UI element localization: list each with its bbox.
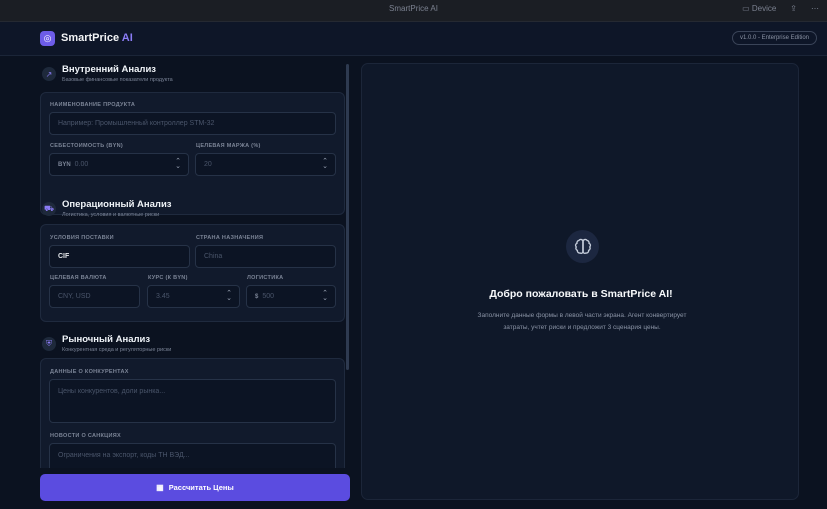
stepper-icon[interactable]: ⌃ ⌄ (322, 158, 328, 170)
more-icon[interactable]: ⋯ (811, 4, 819, 13)
form-panel[interactable]: ↗ Внутренний Анализ Базовые финансовые п… (40, 62, 345, 468)
section-title: Рыночный Анализ (62, 334, 151, 345)
country-label: СТРАНА НАЗНАЧЕНИЯ (196, 235, 264, 241)
truck-icon: ⛟ (42, 202, 56, 216)
form-scrollbar[interactable] (346, 64, 349, 370)
rate-input[interactable]: 3.45 ⌃ ⌄ (147, 285, 240, 308)
rate-label: КУРС (К BYN) (148, 275, 188, 281)
results-panel: Добро пожаловать в SmartPrice AI! Заполн… (361, 63, 799, 500)
version-badge: v1.0.0 - Enterprise Edition (731, 31, 817, 45)
section-subtitle: Логистика, условия и валютные риски (62, 212, 160, 218)
country-input[interactable]: China (195, 245, 336, 268)
section-internal-header: ↗ Внутренний Анализ Базовые финансовые п… (40, 64, 345, 90)
logistics-label: ЛОГИСТИКА (247, 275, 284, 281)
competitors-label: ДАННЫЕ О КОНКУРЕНТАХ (50, 369, 129, 375)
os-right-controls: ▭ Device ⇪ ⋯ (742, 4, 819, 13)
section-subtitle: Конкурентная среда и регуляторные риски (62, 347, 172, 353)
product-name-input[interactable]: Например: Промышленный контроллер STM-32 (49, 112, 336, 135)
app-header: ◎ SmartPrice AI v1.0.0 - Enterprise Edit… (0, 22, 827, 56)
section-title: Внутренний Анализ (62, 64, 157, 75)
currency-input[interactable]: CNY, USD (49, 285, 140, 308)
calculator-icon: ▦ (156, 483, 164, 492)
market-card: ДАННЫЕ О КОНКУРЕНТАХ Цены конкурентов, д… (40, 358, 345, 468)
welcome-text: Заполните данные формы в левой части экр… (477, 312, 687, 331)
delivery-label: УСЛОВИЯ ПОСТАВКИ (50, 235, 114, 241)
logistics-input[interactable]: $500 ⌃ ⌄ (246, 285, 336, 308)
competitors-textarea[interactable]: Цены конкурентов, доли рынка... (49, 379, 336, 423)
shield-icon: ⛨ (42, 337, 56, 351)
device-button[interactable]: ▭ Device (742, 4, 776, 13)
brain-icon (566, 230, 599, 263)
cost-input[interactable]: BYN 0.00 ⌃ ⌄ (49, 153, 189, 176)
trend-up-icon: ↗ (42, 67, 56, 81)
welcome-title: Добро пожаловать в SmartPrice AI! (489, 288, 673, 300)
currency-label: ЦЕЛЕВАЯ ВАЛЮТА (50, 275, 107, 281)
margin-input[interactable]: 20 ⌃ ⌄ (195, 153, 336, 176)
section-title: Операционный Анализ (62, 199, 172, 210)
stepper-icon[interactable]: ⌃ ⌄ (226, 290, 232, 302)
delivery-terms-input[interactable]: CIF (49, 245, 190, 268)
stepper-icon[interactable]: ⌃ ⌄ (175, 158, 181, 170)
internal-card: НАИМЕНОВАНИЕ ПРОДУКТА Например: Промышле… (40, 92, 345, 215)
logo-icon: ◎ (40, 31, 55, 46)
section-operational-header: ⛟ Операционный Анализ Логистика, условия… (40, 199, 345, 225)
section-subtitle: Базовые финансовые показатели продукта (62, 77, 173, 83)
operational-card: УСЛОВИЯ ПОСТАВКИ CIF СТРАНА НАЗНАЧЕНИЯ C… (40, 224, 345, 322)
product-label: НАИМЕНОВАНИЕ ПРОДУКТА (50, 102, 136, 108)
calculate-prices-button[interactable]: ▦ Рассчитать Цены (40, 474, 350, 501)
margin-label: ЦЕЛЕВАЯ МАРЖА (%) (196, 143, 261, 149)
brand-name: SmartPrice AI (61, 32, 133, 44)
os-title-bar: SmartPrice AI ▭ Device ⇪ ⋯ (0, 0, 827, 22)
sanctions-textarea[interactable]: Ограничения на экспорт, коды ТН ВЭД... (49, 443, 336, 468)
sanctions-label: НОВОСТИ О САНКЦИЯХ (50, 433, 121, 439)
window-title: SmartPrice AI (389, 4, 438, 13)
share-icon[interactable]: ⇪ (790, 4, 797, 13)
section-market-header: ⛨ Рыночный Анализ Конкурентная среда и р… (40, 334, 345, 360)
cost-label: СЕБЕСТОИМОСТЬ (BYN) (50, 143, 124, 149)
stepper-icon[interactable]: ⌃ ⌄ (322, 290, 328, 302)
